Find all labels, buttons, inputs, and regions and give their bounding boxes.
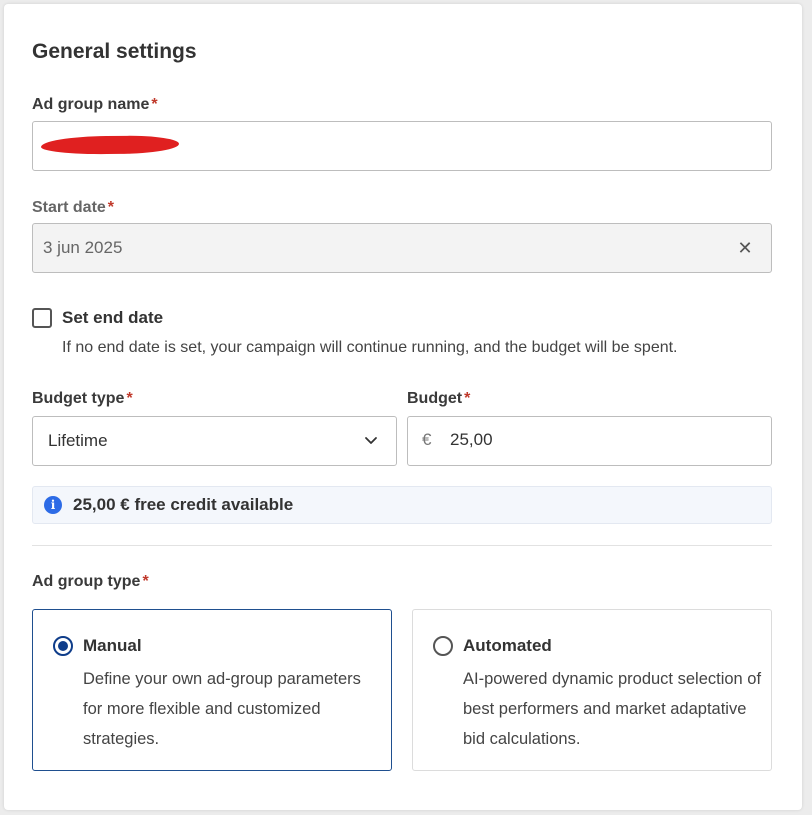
automated-radio[interactable] — [433, 636, 453, 656]
ad-group-type-label: Ad group type * — [32, 573, 149, 591]
close-icon[interactable]: ✕ — [733, 236, 757, 260]
ad-group-name-label: Ad group name * — [32, 96, 158, 114]
ad-group-type-label-text: Ad group type — [32, 573, 141, 590]
budget-value: 25,00 — [450, 430, 493, 449]
required-marker: * — [142, 573, 149, 590]
set-end-date-label[interactable]: Set end date — [62, 308, 163, 328]
budget-type-label-text: Budget type — [32, 390, 125, 407]
divider — [32, 545, 772, 546]
budget-label: Budget * — [407, 390, 470, 408]
budget-type-select[interactable]: Lifetime — [32, 416, 397, 466]
radio-selected-dot — [58, 641, 68, 651]
credit-notice-text: 25,00 € free credit available — [73, 495, 294, 514]
section-title: General settings — [32, 40, 197, 63]
required-marker: * — [107, 199, 115, 216]
ad-group-type-manual-option[interactable]: Manual Define your own ad-group paramete… — [32, 609, 392, 771]
end-date-help-text: If no end date is set, your campaign wil… — [62, 339, 678, 356]
credit-notice: i 25,00 € free credit available — [32, 486, 772, 524]
ad-group-name-label-text: Ad group name — [32, 96, 150, 113]
ad-group-type-automated-option[interactable]: Automated AI-powered dynamic product sel… — [412, 609, 772, 771]
start-date-label: Start date * — [32, 199, 114, 217]
budget-type-label: Budget type * — [32, 390, 133, 408]
currency-symbol: € — [422, 430, 432, 449]
start-date-input[interactable]: 3 jun 2025 ✕ — [32, 223, 772, 273]
budget-type-value: Lifetime — [48, 431, 108, 450]
required-marker: * — [126, 390, 133, 407]
required-marker: * — [464, 390, 471, 407]
automated-option-title: Automated — [463, 636, 552, 655]
set-end-date-checkbox[interactable] — [32, 308, 52, 328]
redaction-mark — [40, 135, 180, 155]
manual-radio[interactable] — [53, 636, 73, 656]
budget-input[interactable]: € 25,00 — [407, 416, 772, 466]
start-date-label-text: Start date — [32, 199, 106, 216]
required-marker: * — [151, 96, 158, 113]
automated-option-description: AI-powered dynamic product selection of … — [463, 670, 762, 748]
manual-option-title: Manual — [83, 636, 142, 655]
info-icon: i — [44, 496, 62, 514]
start-date-value: 3 jun 2025 — [43, 238, 123, 257]
budget-label-text: Budget — [407, 390, 463, 407]
ad-group-name-input[interactable] — [32, 121, 772, 171]
general-settings-card: General settings Ad group name * Start da… — [4, 4, 802, 810]
chevron-down-icon — [365, 437, 377, 444]
manual-option-description: Define your own ad-group parameters for … — [83, 670, 361, 748]
